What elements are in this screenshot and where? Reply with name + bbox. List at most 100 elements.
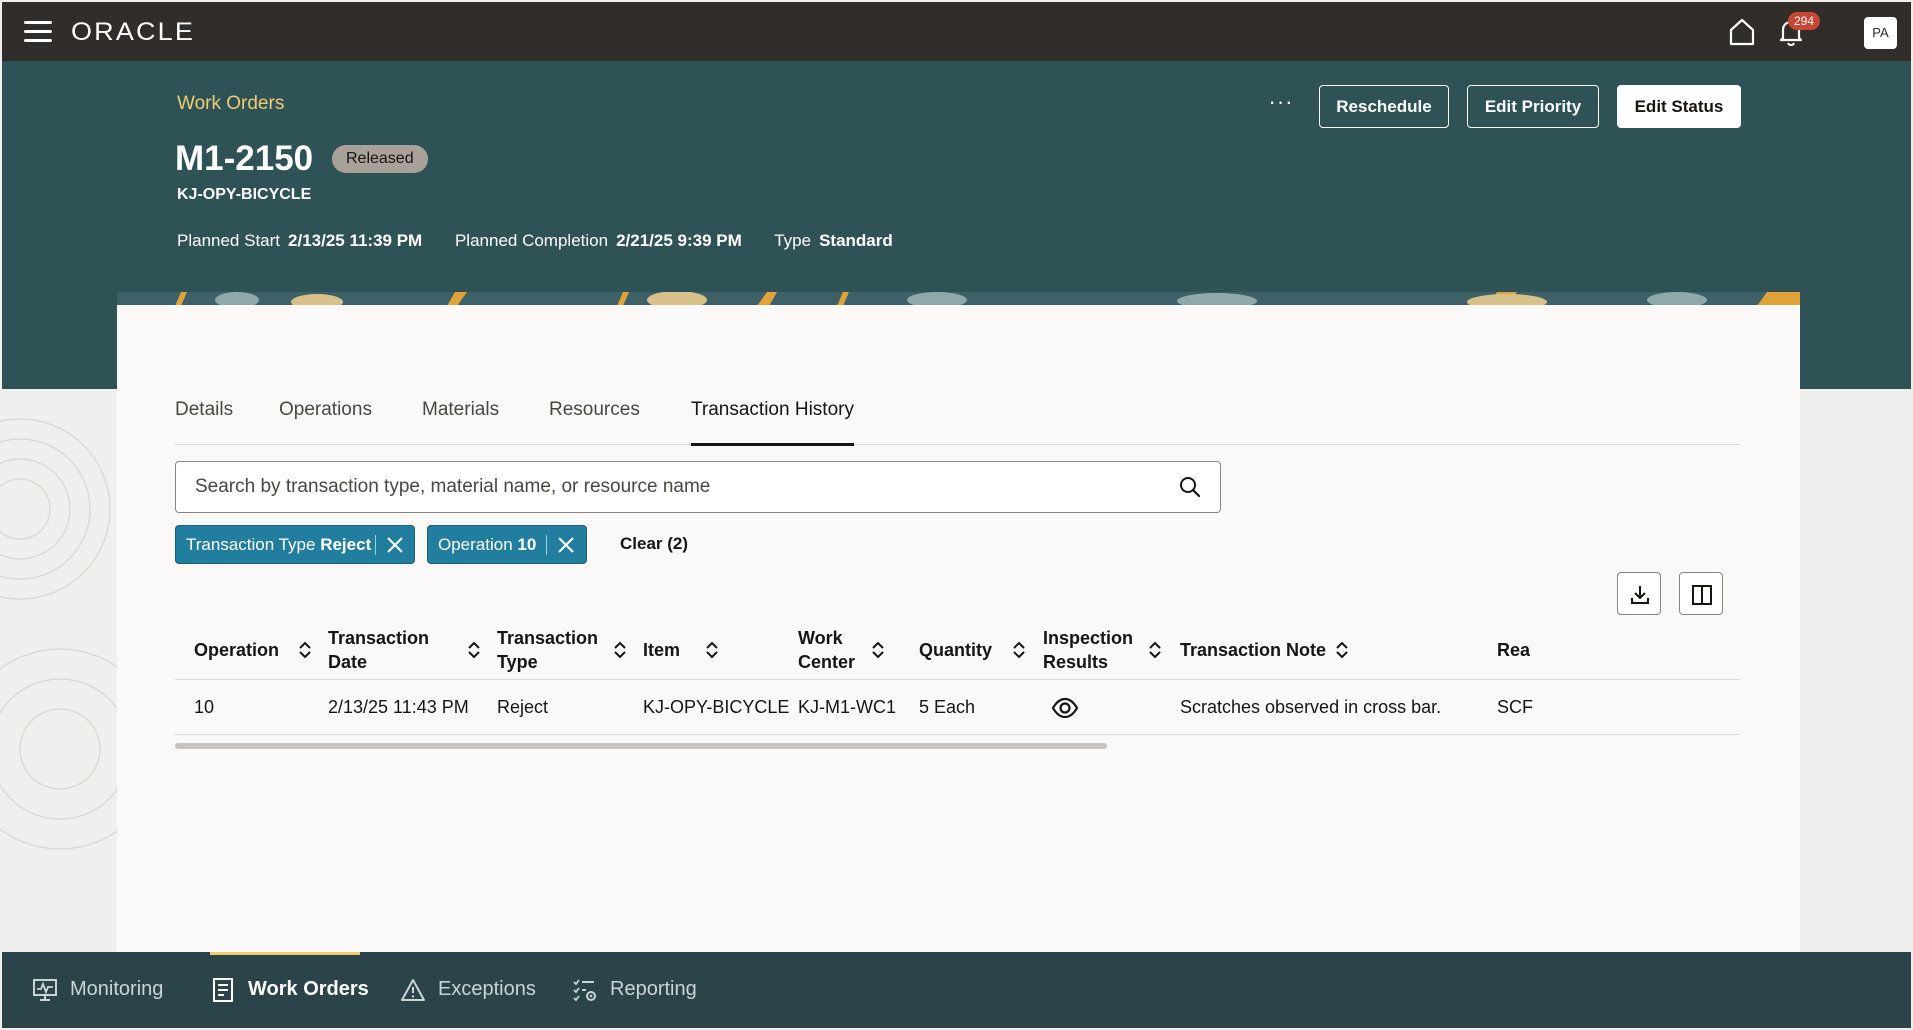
planned-start-value: 2/13/25 11:39 PM [288, 231, 423, 250]
tab-bar: Details Operations Materials Resources T… [175, 399, 1740, 446]
search-input[interactable] [177, 463, 1137, 511]
background-pattern [0, 418, 117, 850]
filter-chip-transaction-type[interactable]: Transaction Type Reject [175, 525, 415, 564]
filter-chip-label: Operation [438, 535, 513, 554]
top-bar: ORACLE 294 PA [0, 0, 1913, 61]
filter-chip-value: Reject [320, 535, 372, 554]
table-row[interactable]: 10 2/13/25 11:43 PM Reject KJ-OPY-BICYCL… [175, 681, 1740, 735]
home-icon[interactable] [1726, 16, 1758, 48]
column-label: Item [643, 640, 681, 660]
nav-label: Monitoring [70, 978, 164, 1000]
tab-details[interactable]: Details [175, 399, 233, 445]
column-header-item[interactable]: Item [643, 620, 703, 680]
sort-icon[interactable] [467, 640, 481, 660]
column-label: Transaction Date [328, 628, 430, 672]
column-header-quantity[interactable]: Quantity [919, 620, 1009, 680]
item-code: KJ-OPY-BICYCLE [177, 186, 312, 203]
download-button[interactable] [1617, 572, 1661, 615]
hamburger-menu-icon[interactable] [24, 21, 52, 43]
type-value: Standard [819, 231, 893, 250]
column-header-reason[interactable]: Rea [1497, 620, 1557, 680]
horizontal-scrollbar[interactable] [175, 743, 1107, 749]
remove-filter-close-icon[interactable] [385, 535, 405, 555]
document-icon [213, 978, 233, 1002]
notification-count-badge: 294 [1788, 12, 1821, 30]
column-label: Transaction Type [497, 628, 599, 672]
sort-icon[interactable] [1148, 640, 1162, 660]
sort-icon[interactable] [1012, 640, 1026, 660]
column-label: Transaction Note [1180, 640, 1327, 660]
nav-reporting[interactable]: Reporting [572, 974, 712, 1006]
nav-label: Work Orders [248, 978, 369, 1000]
tab-operations[interactable]: Operations [279, 399, 372, 445]
cell-transaction-note: Scratches observed in cross bar. [1180, 697, 1442, 717]
cell-reason: SCF [1497, 697, 1533, 717]
planned-completion-value: 2/21/25 9:39 PM [616, 231, 742, 250]
user-avatar[interactable]: PA [1864, 17, 1897, 49]
column-header-work-center[interactable]: Work Center [798, 620, 868, 680]
column-header-inspection-results[interactable]: Inspection Results [1043, 620, 1143, 680]
table-header-row: Operation Transaction Date Transaction T… [175, 620, 1740, 680]
cell-operation: 10 [194, 697, 215, 717]
column-header-transaction-type[interactable]: Transaction Type [497, 620, 617, 680]
cell-quantity: 5 Each [919, 697, 976, 717]
column-header-transaction-note[interactable]: Transaction Note [1180, 620, 1340, 680]
filter-chip-label: Transaction Type [186, 535, 316, 554]
cell-item: KJ-OPY-BICYCLE [643, 697, 790, 717]
cell-transaction-date: 2/13/25 11:43 PM [328, 697, 469, 717]
columns-button[interactable] [1679, 572, 1723, 615]
column-label: Quantity [919, 640, 993, 660]
column-header-transaction-date[interactable]: Transaction Date [328, 620, 448, 680]
edit-status-button[interactable]: Edit Status [1617, 85, 1741, 128]
sort-icon[interactable] [871, 640, 885, 660]
decorative-banner [117, 292, 1800, 306]
planned-start-label: Planned Start [177, 231, 281, 250]
tab-transaction-history[interactable]: Transaction History [691, 399, 854, 446]
work-order-meta: Planned Start 2/13/25 11:39 PM Planned Co… [177, 231, 921, 251]
transaction-history-card: Details Operations Materials Resources T… [117, 305, 1800, 952]
search-box [175, 461, 1221, 513]
sort-icon[interactable] [1335, 640, 1349, 660]
table-viewport: Operation Transaction Date Transaction T… [175, 620, 1740, 740]
sort-icon[interactable] [613, 640, 627, 660]
columns-icon [1692, 585, 1712, 605]
cell-transaction-type: Reject [497, 697, 549, 717]
column-label: Operation [194, 640, 280, 660]
more-actions-button[interactable]: ··· [1257, 81, 1305, 123]
sort-icon[interactable] [705, 640, 719, 660]
column-label: Work Center [798, 628, 856, 672]
column-header-operation[interactable]: Operation [194, 620, 294, 680]
page-title: M1-2150 [175, 139, 314, 178]
status-badge: Released [332, 145, 428, 173]
bottom-navigation: Monitoring Work Orders Exceptions Report… [2, 952, 1911, 1028]
nav-work-orders[interactable]: Work Orders [210, 974, 369, 1006]
checklist-gear-icon [573, 979, 596, 1002]
eye-icon[interactable] [1050, 693, 1080, 723]
nav-monitoring[interactable]: Monitoring [32, 974, 172, 1006]
column-label: Inspection Results [1043, 628, 1134, 672]
search-icon[interactable] [1178, 475, 1202, 499]
remove-filter-close-icon[interactable] [556, 535, 576, 555]
tab-resources[interactable]: Resources [549, 399, 640, 445]
nav-label: Exceptions [438, 978, 536, 1000]
chip-divider [546, 535, 547, 555]
monitor-chart-icon [33, 979, 57, 1001]
edit-priority-button[interactable]: Edit Priority [1467, 85, 1599, 128]
clear-filters-link[interactable]: Clear (2) [620, 534, 688, 554]
planned-completion-label: Planned Completion [454, 231, 609, 250]
reschedule-button[interactable]: Reschedule [1319, 85, 1449, 128]
chip-divider [375, 535, 376, 555]
nav-exceptions[interactable]: Exceptions [400, 974, 540, 1006]
cell-work-center: KJ-M1-WC1 [798, 697, 896, 717]
active-nav-indicator [210, 952, 360, 955]
tab-materials[interactable]: Materials [422, 399, 499, 445]
warning-triangle-icon [401, 979, 425, 1001]
type-label: Type [774, 231, 812, 250]
filter-chip-value: 10 [517, 535, 537, 554]
column-label: Rea [1497, 640, 1531, 660]
breadcrumb-work-orders[interactable]: Work Orders [177, 93, 284, 115]
filter-chip-operation[interactable]: Operation 10 [427, 525, 587, 564]
download-icon [1631, 586, 1649, 604]
nav-label: Reporting [610, 978, 697, 1000]
sort-icon[interactable] [298, 640, 312, 660]
